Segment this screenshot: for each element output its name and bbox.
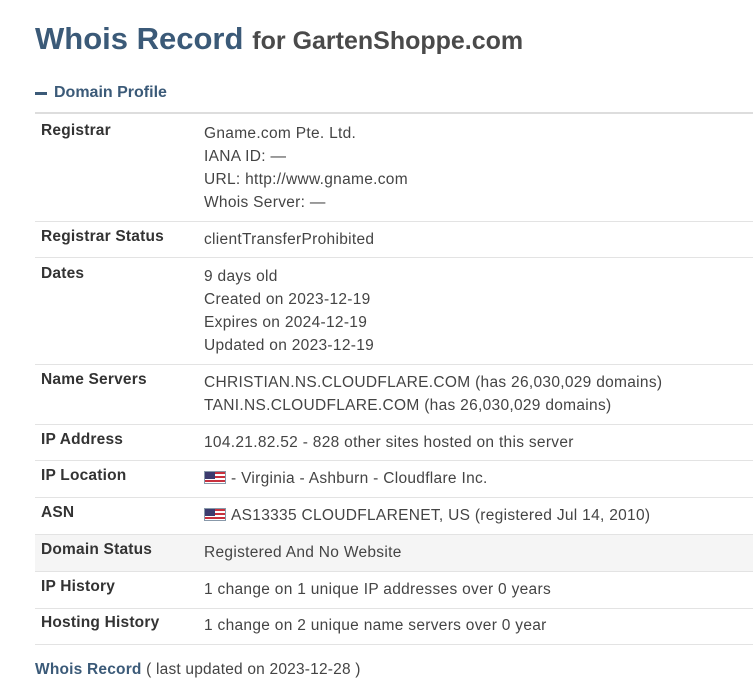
updated-date: Updated on 2023-12-19 [204,337,375,354]
name-server-2: TANI.NS.CLOUDFLARE.COM (has 26,030,029 d… [204,397,612,414]
collapse-minus-icon [35,91,47,95]
row-domain-status: Domain Status Registered And No Website [35,535,753,572]
domain-profile-table: Registrar Gname.com Pte. Ltd. IANA ID: —… [35,112,753,645]
row-value: 1 change on 2 unique name servers over 0… [204,614,753,644]
last-updated-note: ( last updated on 2023-12-28 ) [146,661,361,678]
expires-date: Expires on 2024-12-19 [204,314,368,331]
created-date: Created on 2023-12-19 [204,291,371,308]
domain-status-value: Registered And No Website [204,544,402,561]
whois-record-link[interactable]: Whois Record [35,661,142,678]
section-header-label: Domain Profile [54,84,167,101]
hosting-history-value: 1 change on 2 unique name servers over 0… [204,617,547,634]
row-label: Registrar [41,122,111,139]
row-hosting-history: Hosting History 1 change on 2 unique nam… [35,609,753,645]
whois-record-footer: Whois Record ( last updated on 2023-12-2… [35,661,361,679]
us-flag-icon [204,471,226,484]
row-label: Name Servers [41,371,147,388]
iana-id: IANA ID: — [204,148,287,165]
page-title-domain: for GartenShoppe.com [252,27,524,55]
row-label: Hosting History [41,614,160,631]
domain-age: 9 days old [204,268,278,285]
row-label: IP Location [41,467,127,484]
row-value: Gname.com Pte. Ltd. IANA ID: — URL: http… [204,122,753,221]
row-registrar-status: Registrar Status clientTransferProhibite… [35,222,753,258]
name-server-1: CHRISTIAN.NS.CLOUDFLARE.COM (has 26,030,… [204,374,663,391]
row-ip-location: IP Location - Virginia - Ashburn - Cloud… [35,461,753,498]
row-value: 9 days old Created on 2023-12-19 Expires… [204,265,753,364]
row-value: 1 change on 1 unique IP addresses over 0… [204,578,753,608]
row-label: ASN [41,504,75,521]
row-value: Registered And No Website [204,541,753,571]
whois-server: Whois Server: — [204,194,326,211]
row-value: - Virginia - Ashburn - Cloudflare Inc. [204,467,753,497]
ip-location-line: - Virginia - Ashburn - Cloudflare Inc. [204,467,753,490]
row-asn: ASN AS13335 CLOUDFLARENET, US (registere… [35,498,753,535]
row-ip-history: IP History 1 change on 1 unique IP addre… [35,572,753,609]
row-dates: Dates 9 days old Created on 2023-12-19 E… [35,258,753,365]
domain-profile-toggle[interactable]: Domain Profile [35,84,167,102]
row-value: 104.21.82.52 - 828 other sites hosted on… [204,431,753,460]
status-value: clientTransferProhibited [204,231,375,248]
row-label: Dates [41,265,85,282]
row-label: IP Address [41,431,124,448]
row-label: Registrar Status [41,228,164,245]
asn-value: AS13335 CLOUDFLARENET, US (registered Ju… [231,507,651,524]
row-label: Domain Status [41,541,153,558]
ip-history-value: 1 change on 1 unique IP addresses over 0… [204,581,551,598]
row-value: AS13335 CLOUDFLARENET, US (registered Ju… [204,504,753,534]
registrar-name: Gname.com Pte. Ltd. [204,125,357,142]
row-value: CHRISTIAN.NS.CLOUDFLARE.COM (has 26,030,… [204,371,753,424]
us-flag-icon [204,508,226,521]
row-name-servers: Name Servers CHRISTIAN.NS.CLOUDFLARE.COM… [35,365,753,425]
row-registrar: Registrar Gname.com Pte. Ltd. IANA ID: —… [35,114,753,222]
page-title-main: Whois Record [35,21,244,56]
row-label: IP History [41,578,116,595]
registrar-url: URL: http://www.gname.com [204,171,408,188]
page-title: Whois Record for GartenShoppe.com [35,20,523,57]
row-ip-address: IP Address 104.21.82.52 - 828 other site… [35,425,753,461]
ip-location-value: - Virginia - Ashburn - Cloudflare Inc. [231,470,488,487]
ip-address-value: 104.21.82.52 - 828 other sites hosted on… [204,434,574,451]
asn-line: AS13335 CLOUDFLARENET, US (registered Ju… [204,504,753,527]
row-value: clientTransferProhibited [204,228,753,257]
